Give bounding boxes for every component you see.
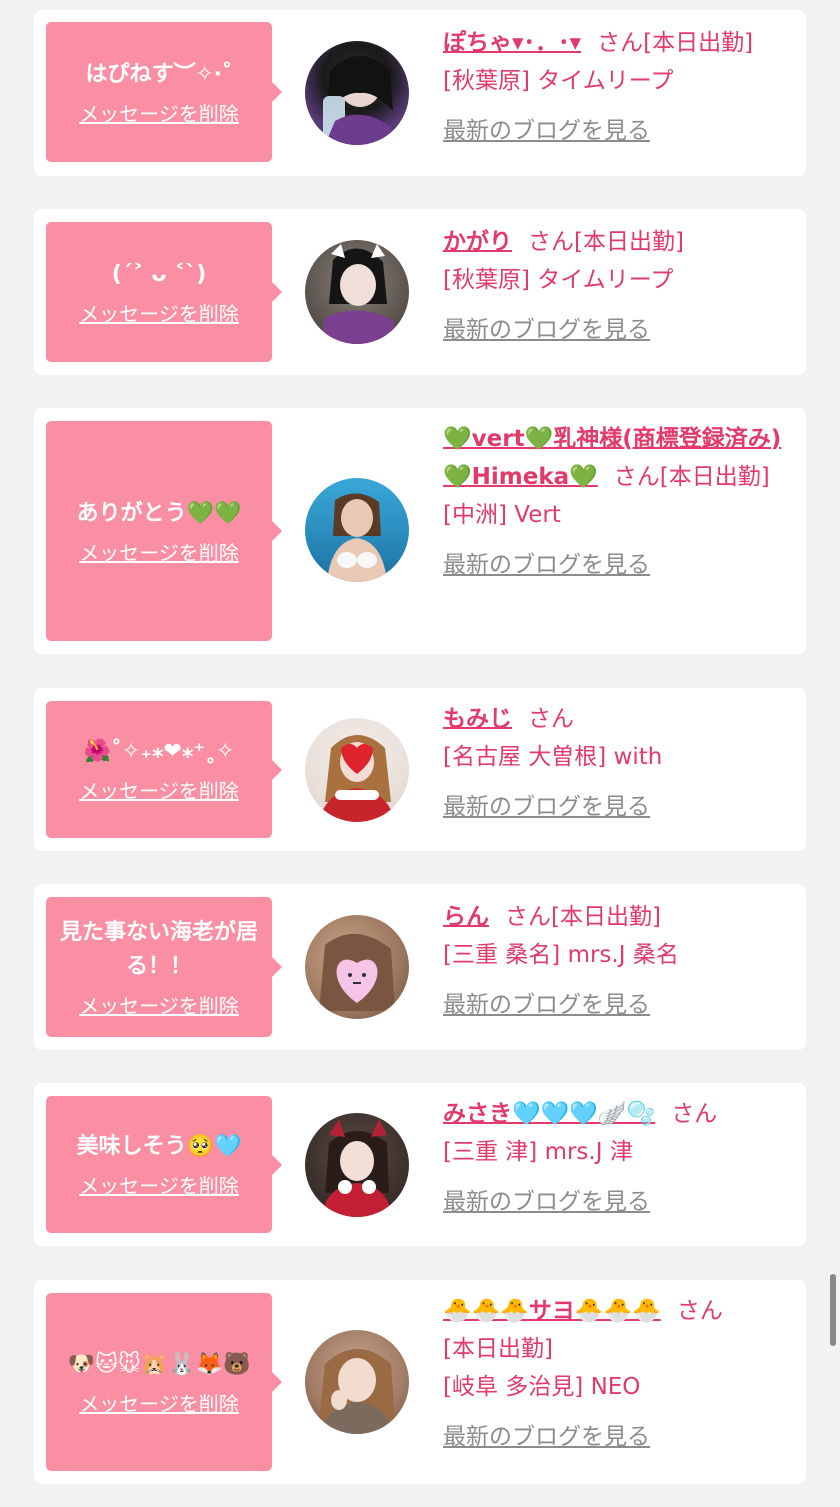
cast-name-link[interactable]: もみじ [443,706,512,732]
message-text: 🌺˚✧₊⁎❤︎⁎⁺˳✧ [83,739,235,764]
message-card: ありがとう💚💚 メッセージを削除 💚vert💚乳神様(商標登録済み)💚Himek… [34,408,806,654]
message-bubble: 🌺˚✧₊⁎❤︎⁎⁺˳✧ メッセージを削除 [46,701,282,838]
cast-name-link[interactable]: かがり [443,229,512,255]
avatar-photo [319,933,395,1011]
shop-info: [秋葉原] タイムリープ [443,68,674,94]
latest-blog-link[interactable]: 最新のブログを見る [443,546,650,584]
cast-info: 🐣🐣🐣サヨ🐣🐣🐣 さん [本日出勤] [岐阜 多治見] NEO 最新のブログを見る [443,1292,799,1456]
cast-name-link[interactable]: ぽちゃ▾･．･▾ [443,30,581,56]
work-status: [本日出勤] [574,229,684,255]
delete-message-link[interactable]: メッセージを削除 [79,1170,239,1199]
avatar[interactable] [305,915,409,1019]
message-text: ありがとう💚💚 [76,500,242,526]
shop-info: [岐阜 多治見] NEO [443,1374,641,1400]
honorific: さん [528,706,574,732]
avatar[interactable] [305,718,409,822]
cast-info: らん さん[本日出勤] [三重 桑名] mrs.J 桑名 最新のブログを見る [443,898,799,1024]
cast-info: もみじ さん [名古屋 大曽根] with 最新のブログを見る [443,700,799,826]
message-card: はぴねす︶✧‧˚ メッセージを削除 ぽちゃ▾･．･▾ さん[本日出勤] [秋葉原]… [34,10,806,176]
cast-name-link[interactable]: らん [443,904,489,930]
shop-info: [秋葉原] タイムリープ [443,267,674,293]
avatar-photo [319,244,397,344]
cast-name-link[interactable]: 🐣🐣🐣サヨ🐣🐣🐣 [443,1298,661,1324]
avatar[interactable] [305,478,409,582]
avatar[interactable] [305,41,409,145]
message-list: はぴねす︶✧‧˚ メッセージを削除 ぽちゃ▾･．･▾ さん[本日出勤] [秋葉原]… [0,0,840,1507]
message-bubble: はぴねす︶✧‧˚ メッセージを削除 [46,22,282,162]
work-status: [本日出勤] [659,464,770,490]
message-text: (ˊ˃ ᴗ ˂ˋ) [111,261,207,287]
latest-blog-link[interactable]: 最新のブログを見る [443,986,650,1024]
message-text: 美味しそう🥺🩵 [76,1134,242,1159]
message-text: 見た事ない海老が居る！！ [59,919,258,979]
scrollbar[interactable] [830,1274,836,1346]
cast-info: かがり さん[本日出勤] [秋葉原] タイムリープ 最新のブログを見る [443,223,799,349]
latest-blog-link[interactable]: 最新のブログを見る [443,1183,650,1221]
message-bubble: 美味しそう🥺🩵 メッセージを削除 [46,1096,282,1233]
avatar-photo [327,493,387,582]
avatar-photo [319,1349,395,1434]
message-bubble: ありがとう💚💚 メッセージを削除 [46,421,282,641]
delete-message-link[interactable]: メッセージを削除 [79,1388,239,1417]
avatar[interactable] [305,1113,409,1217]
latest-blog-link[interactable]: 最新のブログを見る [443,1418,650,1456]
delete-message-link[interactable]: メッセージを削除 [79,98,239,127]
honorific: さん [613,464,660,490]
message-text: 🐶🐱🐭🐹🐰🦊🐻 [67,1351,251,1377]
shop-info: [三重 桑名] mrs.J 桑名 [443,942,679,968]
message-card: 美味しそう🥺🩵 メッセージを削除 みさき🩵🩵🩵🪽🫧 さん [三重 津] mrs.J… [34,1083,806,1246]
delete-message-link[interactable]: メッセージを削除 [79,298,239,327]
cast-name-link[interactable]: みさき🩵🩵🩵🪽🫧 [443,1101,655,1127]
shop-info: [名古屋 大曽根] with [443,744,663,770]
avatar-photo [321,1119,393,1217]
honorific: さん [676,1298,723,1324]
honorific: さん [671,1101,718,1127]
honorific: さん [505,904,551,930]
latest-blog-link[interactable]: 最新のブログを見る [443,112,650,150]
cast-info: ぽちゃ▾･．･▾ さん[本日出勤] [秋葉原] タイムリープ 最新のブログを見る [443,24,799,150]
message-bubble: 見た事ない海老が居る！！ メッセージを削除 [46,897,282,1037]
message-card: 見た事ない海老が居る！！ メッセージを削除 らん さん[本日出勤] [三重 桑名]… [34,884,806,1050]
honorific: さん [528,229,574,255]
avatar-photo [323,56,395,145]
honorific: さん [597,30,644,56]
work-status: [本日出勤] [643,30,754,56]
delete-message-link[interactable]: メッセージを削除 [79,537,239,566]
work-status: [本日出勤] [551,904,661,930]
message-card: (ˊ˃ ᴗ ˂ˋ) メッセージを削除 かがり さん[本日出勤] [秋葉原] タイム… [34,209,806,375]
message-bubble: 🐶🐱🐭🐹🐰🦊🐻 メッセージを削除 [46,1293,282,1471]
message-card: 🐶🐱🐭🐹🐰🦊🐻 メッセージを削除 🐣🐣🐣サヨ🐣🐣🐣 さん [本日出勤] [岐阜 多… [34,1280,806,1484]
cast-info: 💚vert💚乳神様(商標登録済み)💚Himeka💚 さん[本日出勤] [中洲] V… [443,420,799,584]
avatar-photo [319,735,395,822]
delete-message-link[interactable]: メッセージを削除 [79,775,239,804]
avatar[interactable] [305,240,409,344]
cast-info: みさき🩵🩵🩵🪽🫧 さん [三重 津] mrs.J 津 最新のブログを見る [443,1095,799,1221]
shop-info: [三重 津] mrs.J 津 [443,1139,633,1165]
work-status: [本日出勤] [443,1336,553,1362]
latest-blog-link[interactable]: 最新のブログを見る [443,311,650,349]
avatar[interactable] [305,1330,409,1434]
message-text: はぴねす︶✧‧˚ [85,61,233,87]
shop-info: [中洲] Vert [443,502,561,528]
delete-message-link[interactable]: メッセージを削除 [79,990,239,1019]
latest-blog-link[interactable]: 最新のブログを見る [443,788,650,826]
message-bubble: (ˊ˃ ᴗ ˂ˋ) メッセージを削除 [46,222,282,362]
message-card: 🌺˚✧₊⁎❤︎⁎⁺˳✧ メッセージを削除 もみじ さん [名古屋 大曽根] wit… [34,688,806,851]
